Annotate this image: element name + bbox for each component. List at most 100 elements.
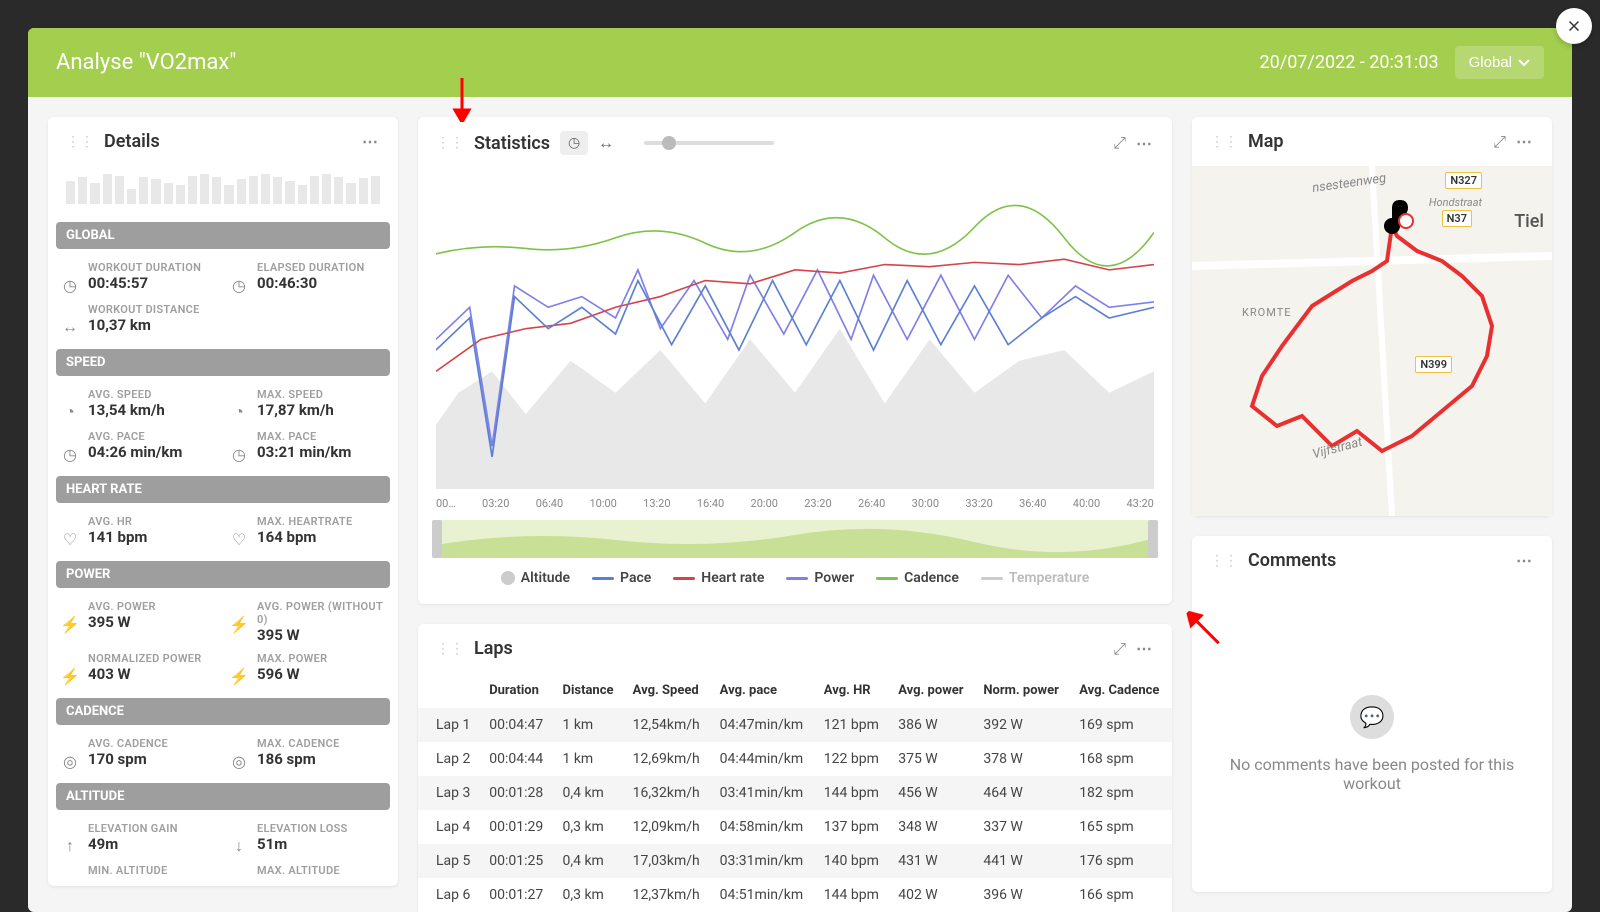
grip-icon[interactable]: ⋮⋮ (66, 134, 94, 150)
laps-header: Norm. power (975, 673, 1071, 708)
laps-header: Avg. power (890, 673, 975, 708)
distance-icon: ↔ (60, 317, 80, 337)
grip-icon[interactable]: ⋮⋮ (1210, 553, 1238, 569)
table-row[interactable]: Lap 300:01:280,4 km16,32km/h03:41min/km1… (418, 776, 1172, 810)
road-tag: N399 (1415, 356, 1452, 373)
elapsed-duration: 00:46:30 (257, 274, 365, 292)
map-city-label: Tiel (1514, 211, 1544, 232)
avg-speed: 13,54 km/h (88, 401, 165, 419)
laps-header (418, 673, 481, 708)
map-panel: ⋮⋮ Map ⤢ ⋯ + − (1192, 117, 1552, 516)
workout-distance: 10,37 km (88, 316, 200, 334)
gauge-icon: ◔ (60, 402, 80, 422)
time-toggle[interactable]: ◷ (560, 131, 588, 155)
max-speed: 17,87 km/h (257, 401, 334, 419)
chart-brush[interactable] (436, 520, 1154, 558)
min-alt-label: MIN. ALTITUDE (88, 864, 167, 877)
laps-header: Duration (481, 673, 554, 708)
laps-panel: ⋮⋮ Laps ⤢ ⋯ DurationDistanceAvg. SpeedAv… (418, 624, 1172, 912)
legend-temperature[interactable]: Temperature (981, 570, 1089, 586)
legend-cadence[interactable]: Cadence (876, 570, 959, 586)
avg-pace: 04:26 min/km (88, 443, 182, 461)
grip-icon[interactable]: ⋮⋮ (436, 641, 464, 657)
statistics-chart[interactable] (436, 179, 1154, 489)
elev-loss: 51m (257, 835, 348, 853)
laps-header: Avg. Speed (625, 673, 712, 708)
heart-icon: ♡ (229, 529, 249, 549)
details-panel: ⋮⋮ Details ⋯ GLOBAL ◷WORKOUT DURATION00:… (48, 117, 398, 886)
brush-handle-right[interactable] (1148, 520, 1158, 558)
gauge-icon: ◔ (229, 402, 249, 422)
close-button[interactable] (1556, 8, 1592, 44)
road-tag: N327 (1445, 172, 1482, 189)
laps-header: Avg. Cadence (1071, 673, 1172, 708)
clock-icon: ◷ (60, 275, 80, 295)
swap-axis-button[interactable]: ↔ (598, 133, 614, 153)
clock-icon: ◷ (229, 275, 249, 295)
map-view[interactable]: + − Tiel KROMTE Vijfstraat (1192, 166, 1552, 516)
statistics-title: Statistics (474, 133, 550, 154)
table-row[interactable]: Lap 200:04:441 km12,69km/h04:44min/km122… (418, 742, 1172, 776)
avg-hr: 141 bpm (88, 528, 147, 546)
legend-heart-rate[interactable]: Heart rate (673, 570, 764, 586)
table-row[interactable]: Lap 500:01:250,4 km17,03km/h03:31min/km1… (418, 844, 1172, 878)
section-speed: SPEED (56, 349, 390, 376)
bolt-icon: ⚡ (229, 614, 249, 634)
grip-icon[interactable]: ⋮⋮ (436, 135, 464, 151)
laps-title: Laps (474, 638, 1103, 659)
brush-handle-left[interactable] (432, 520, 442, 558)
chart-x-axis: 00…03:2006:4010:0013:2016:4020:0023:2026… (436, 493, 1154, 520)
expand-button[interactable]: ⤢ (1493, 132, 1506, 152)
laps-more-button[interactable]: ⋯ (1136, 639, 1154, 658)
max-cadence: 186 spm (257, 750, 340, 768)
details-title: Details (104, 131, 352, 152)
max-hr: 164 bpm (257, 528, 352, 546)
bolt-icon: ⚡ (60, 614, 80, 634)
comments-empty-icon: 💬 (1350, 695, 1394, 739)
map-street3: Hondstraat (1429, 196, 1482, 209)
header-date: 20/07/2022 - 20:31:03 (1260, 52, 1439, 73)
bolt-icon: ⚡ (229, 666, 249, 686)
legend-altitude[interactable]: Altitude (501, 570, 570, 586)
map-more-button[interactable]: ⋯ (1516, 132, 1534, 151)
max-alt-label: MAX. ALTITUDE (257, 864, 340, 877)
expand-button[interactable]: ⤢ (1113, 133, 1126, 153)
global-dropdown[interactable]: Global (1455, 46, 1544, 79)
cadence-icon: ◎ (229, 751, 249, 771)
expand-button[interactable]: ⤢ (1113, 639, 1126, 659)
laps-header: Avg. pace (712, 673, 816, 708)
laps-header: Distance (555, 673, 625, 708)
cadence-icon: ◎ (60, 751, 80, 771)
max-power: 596 W (257, 665, 327, 683)
bolt-icon: ⚡ (60, 666, 80, 686)
comments-empty-text: No comments have been posted for this wo… (1222, 755, 1522, 793)
section-hr: HEART RATE (56, 476, 390, 503)
smoothing-slider[interactable] (644, 141, 774, 145)
table-row[interactable]: Lap 600:01:270,3 km12,37km/h04:51min/km1… (418, 878, 1172, 912)
legend-power[interactable]: Power (786, 570, 854, 586)
comments-panel: ⋮⋮ Comments ⋯ 💬 No comments have been po… (1192, 536, 1552, 892)
chevron-down-icon (1518, 59, 1530, 67)
statistics-more-button[interactable]: ⋯ (1136, 134, 1154, 153)
section-global: GLOBAL (56, 222, 390, 249)
up-icon: ↑ (60, 836, 80, 856)
legend-pace[interactable]: Pace (592, 570, 651, 586)
map-area-label: KROMTE (1242, 306, 1292, 319)
grip-icon[interactable]: ⋮⋮ (1210, 134, 1238, 150)
section-altitude: ALTITUDE (56, 783, 390, 810)
avg-power-wo: 395 W (257, 626, 386, 644)
map-route (1192, 166, 1552, 516)
workout-duration: 00:45:57 (88, 274, 201, 292)
avg-power: 395 W (88, 613, 156, 631)
chart-legend: Altitude Pace Heart rate Power Cadence T… (436, 570, 1154, 586)
table-row[interactable]: Lap 100:04:471 km12,54km/h04:47min/km121… (418, 708, 1172, 742)
map-title: Map (1248, 131, 1483, 152)
elev-gain: 49m (88, 835, 178, 853)
details-more-button[interactable]: ⋯ (362, 132, 380, 151)
comments-more-button[interactable]: ⋯ (1516, 551, 1534, 570)
stopwatch-icon: ◷ (229, 444, 249, 464)
laps-table: DurationDistanceAvg. SpeedAvg. pace Avg. … (418, 673, 1172, 912)
table-row[interactable]: Lap 400:01:290,3 km12,09km/h04:58min/km1… (418, 810, 1172, 844)
section-cadence: CADENCE (56, 698, 390, 725)
max-pace: 03:21 min/km (257, 443, 351, 461)
